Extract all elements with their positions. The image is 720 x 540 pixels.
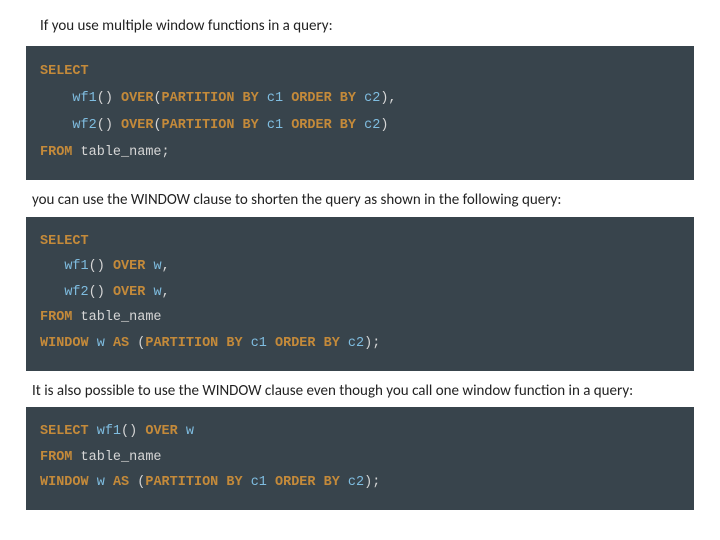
window-def-w: w (97, 336, 105, 351)
table-name: table_name (81, 145, 162, 160)
kw-select: SELECT (40, 64, 89, 79)
window-def-w: w (97, 475, 105, 490)
kw-select: SELECT (40, 234, 89, 249)
table-name: table_name (81, 450, 162, 465)
kw-as: AS (113, 336, 129, 351)
window-ref-w: w (153, 285, 161, 300)
kw-order-by: ORDER BY (291, 118, 356, 133)
kw-from: FROM (40, 450, 72, 465)
kw-partition-by: PARTITION BY (145, 475, 242, 490)
kw-order-by: ORDER BY (275, 336, 340, 351)
kw-select: SELECT (40, 424, 89, 439)
code-block-2: SELECT wf1() OVER w, wf2() OVER w, FROM … (26, 217, 694, 371)
code-block-3: SELECT wf1() OVER w FROM table_name WIND… (26, 407, 694, 510)
col-c1: c1 (251, 475, 267, 490)
func-wf1: wf1 (97, 424, 121, 439)
window-ref-w: w (186, 424, 194, 439)
kw-partition-by: PARTITION BY (145, 336, 242, 351)
kw-over: OVER (121, 118, 153, 133)
func-wf2: wf2 (72, 118, 96, 133)
kw-over: OVER (145, 424, 177, 439)
kw-from: FROM (40, 145, 72, 160)
kw-from: FROM (40, 310, 72, 325)
kw-over: OVER (113, 285, 145, 300)
code-block-1: SELECT wf1() OVER(PARTITION BY c1 ORDER … (26, 46, 694, 180)
kw-window: WINDOW (40, 336, 89, 351)
col-c2: c2 (364, 118, 380, 133)
kw-window: WINDOW (40, 475, 89, 490)
col-c1: c1 (251, 336, 267, 351)
col-c2: c2 (364, 91, 380, 106)
kw-order-by: ORDER BY (275, 475, 340, 490)
intro-para-1: If you use multiple window functions in … (40, 16, 692, 36)
kw-over: OVER (113, 259, 145, 274)
kw-partition-by: PARTITION BY (162, 118, 259, 133)
kw-as: AS (113, 475, 129, 490)
intro-para-3: It is also possible to use the WINDOW cl… (32, 381, 692, 401)
kw-over: OVER (121, 91, 153, 106)
window-ref-w: w (153, 259, 161, 274)
col-c1: c1 (267, 118, 283, 133)
func-wf1: wf1 (64, 259, 88, 274)
kw-order-by: ORDER BY (291, 91, 356, 106)
kw-partition-by: PARTITION BY (162, 91, 259, 106)
col-c2: c2 (348, 336, 364, 351)
col-c1: c1 (267, 91, 283, 106)
intro-para-2: you can use the WINDOW clause to shorten… (32, 190, 692, 210)
func-wf2: wf2 (64, 285, 88, 300)
col-c2: c2 (348, 475, 364, 490)
table-name: table_name (81, 310, 162, 325)
func-wf1: wf1 (72, 91, 96, 106)
